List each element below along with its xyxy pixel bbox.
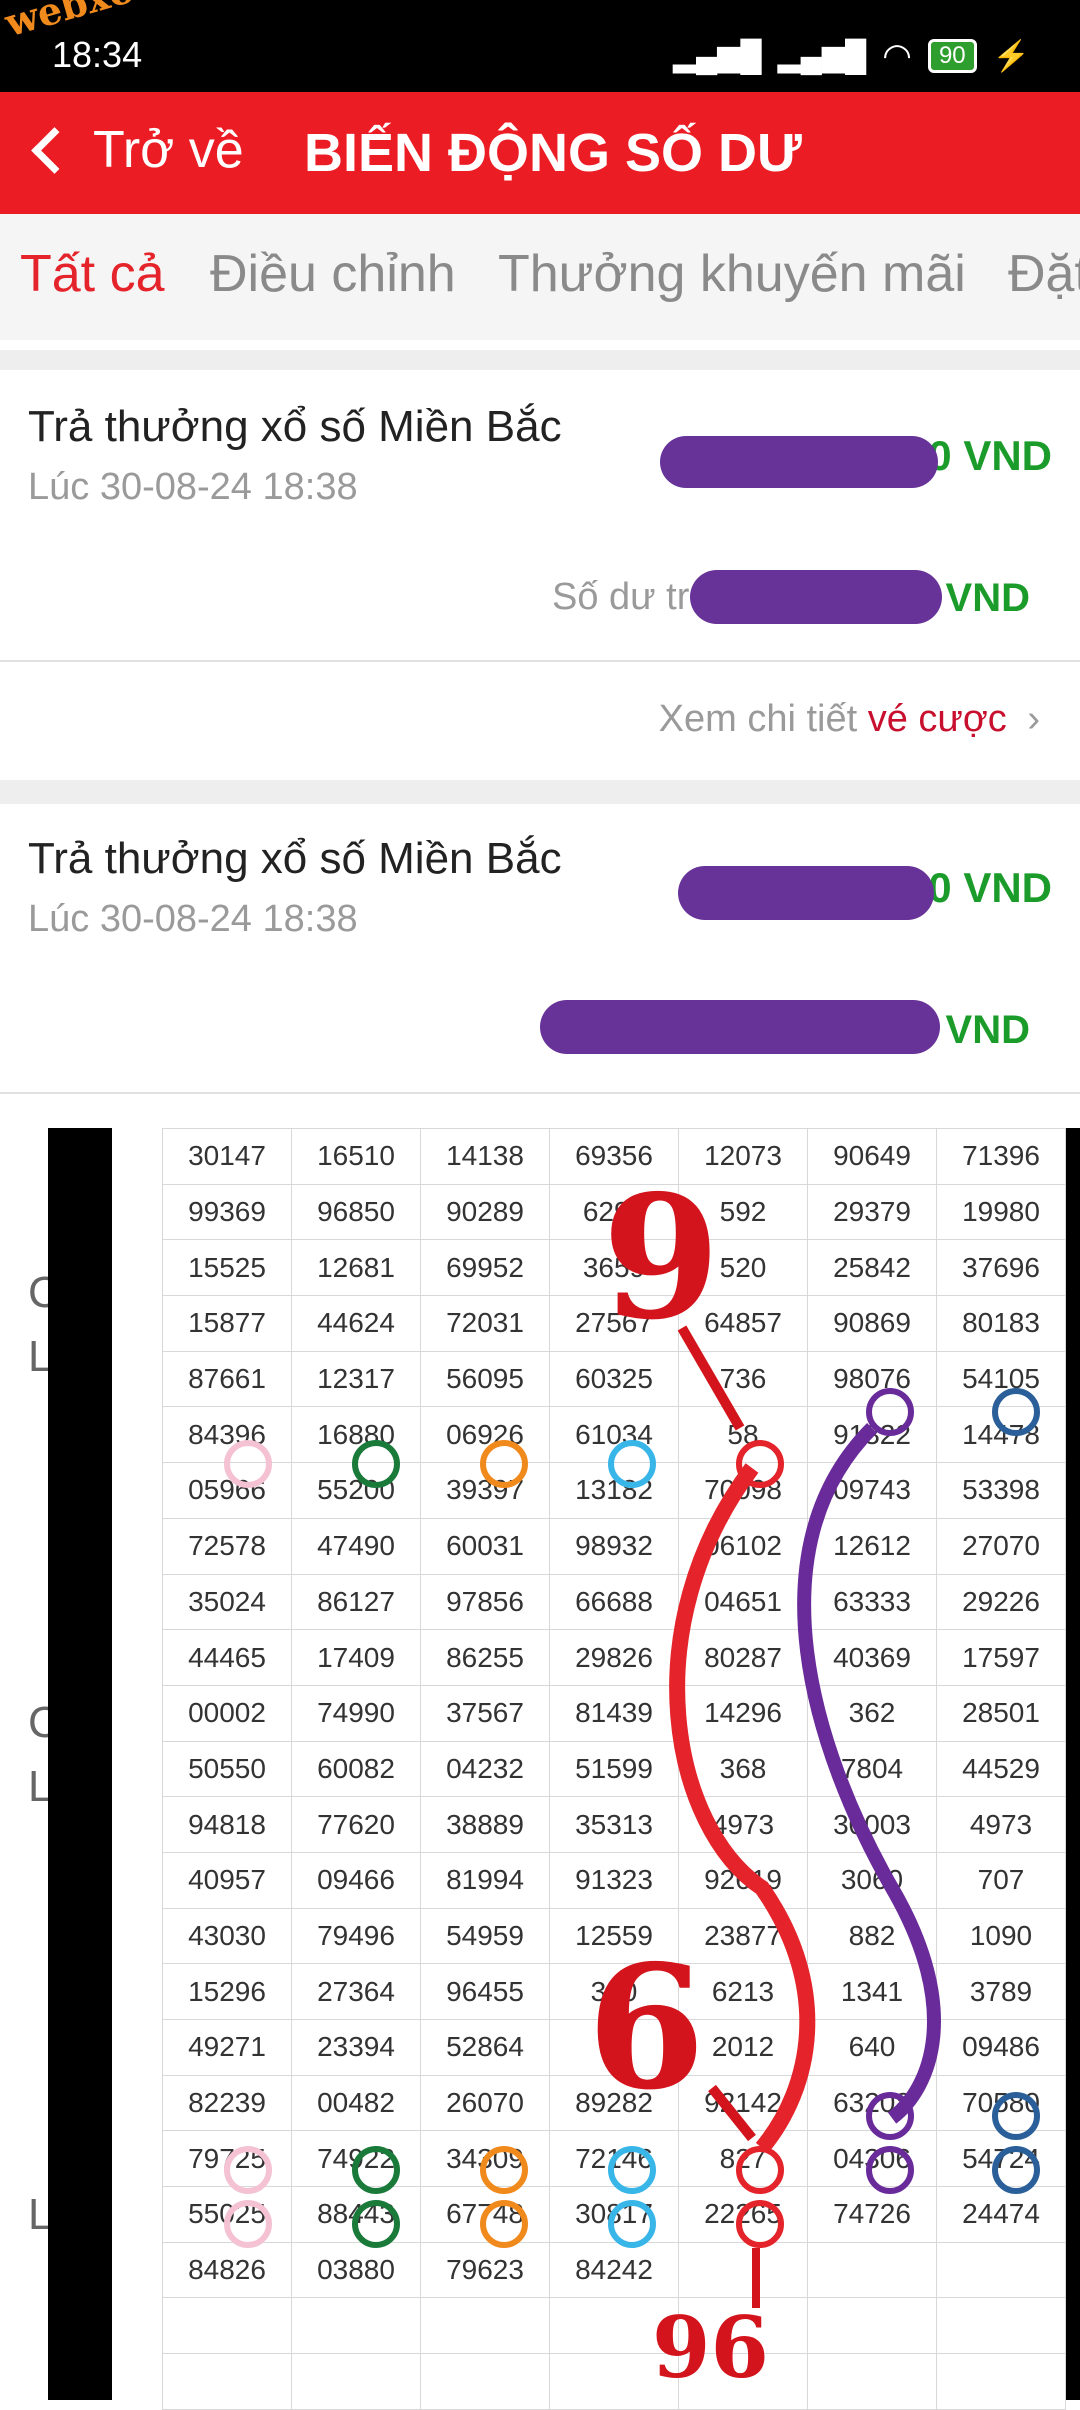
- annotation-nine: 9: [602, 1158, 721, 1358]
- status-icons: ▂▄▆█ ▂▄▆█ ◠ 90 ⚡: [673, 36, 1030, 76]
- lottery-results-image: 30147 16510 14138 69356 12073 90649 71396 99369…: [48, 1128, 1080, 2410]
- chevron-left-icon: [31, 126, 78, 174]
- balance-amount: VND: [945, 1008, 1030, 1052]
- redaction-mark: [678, 866, 934, 920]
- divider: [0, 660, 1080, 662]
- chevron-right-icon: ›: [1027, 698, 1040, 740]
- annotation-arrows: [669, 1325, 941, 2308]
- status-bar: 18:34 ▂▄▆█ ▂▄▆█ ◠ 90 ⚡: [0, 0, 1080, 92]
- annotation-six: 6: [587, 1928, 706, 2128]
- clock: 18:34: [52, 34, 143, 75]
- transaction-amount: 0 VND: [928, 432, 1052, 479]
- filter-tabs: Tất cả Điều chỉnh Thưởng khuyến mãi Đặt: [0, 214, 1080, 560]
- balance-amount: VND: [945, 576, 1030, 620]
- wifi-icon: ◠: [882, 37, 912, 75]
- redaction-mark: [540, 1000, 940, 1054]
- transaction-card[interactable]: Trả thưởng xổ số Miền Bắc Lúc 30-08-24 1…: [0, 804, 1080, 1094]
- tab-bet[interactable]: Đặt: [1008, 244, 1080, 304]
- transaction-title: Trả thưởng xổ số Miền Bắc: [28, 834, 562, 883]
- tab-promotion[interactable]: Thưởng khuyến mãi: [498, 244, 966, 304]
- charging-icon: ⚡: [992, 39, 1030, 73]
- divider: [0, 1092, 1080, 1094]
- annotation-ninety-six: 96: [652, 2298, 769, 2397]
- redaction-mark: [660, 436, 938, 488]
- back-label: Trở về: [93, 121, 244, 179]
- transaction-card[interactable]: Trả thưởng xổ số Miền Bắc Lúc 30-08-24 1…: [0, 370, 1080, 780]
- separator: [0, 350, 1080, 370]
- details-link: vé cược: [867, 698, 1007, 740]
- redaction-mark: [690, 570, 942, 624]
- page-title: BIẾN ĐỘNG SỐ DƯ: [304, 123, 802, 183]
- transaction-title: Trả thưởng xổ số Miền Bắc: [28, 402, 562, 451]
- tab-all[interactable]: Tất cả: [20, 244, 165, 304]
- signal-icon: ▂▄▆█: [672, 39, 762, 73]
- back-button[interactable]: Trở về: [26, 120, 244, 180]
- separator: [0, 780, 1080, 804]
- details-prefix: Xem chi tiết: [658, 698, 868, 740]
- tab-adjustment[interactable]: Điều chỉnh: [210, 244, 456, 304]
- battery-icon: 90: [927, 39, 977, 73]
- signal-icon: ▂▄▆█: [777, 39, 867, 73]
- results-sheet: 30147 16510 14138 69356 12073 90649 71396 99369…: [112, 1128, 1066, 2410]
- transaction-time: Lúc 30-08-24 18:38: [28, 466, 358, 508]
- transaction-amount: 0 VND: [928, 864, 1052, 911]
- balance-label: Số dư tr: [552, 576, 690, 618]
- view-details-link[interactable]: Xem chi tiết vé cược ›: [659, 698, 1040, 741]
- transaction-time: Lúc 30-08-24 18:38: [28, 898, 358, 940]
- app-header: Trở về BIẾN ĐỘNG SỐ DƯ: [0, 92, 1080, 214]
